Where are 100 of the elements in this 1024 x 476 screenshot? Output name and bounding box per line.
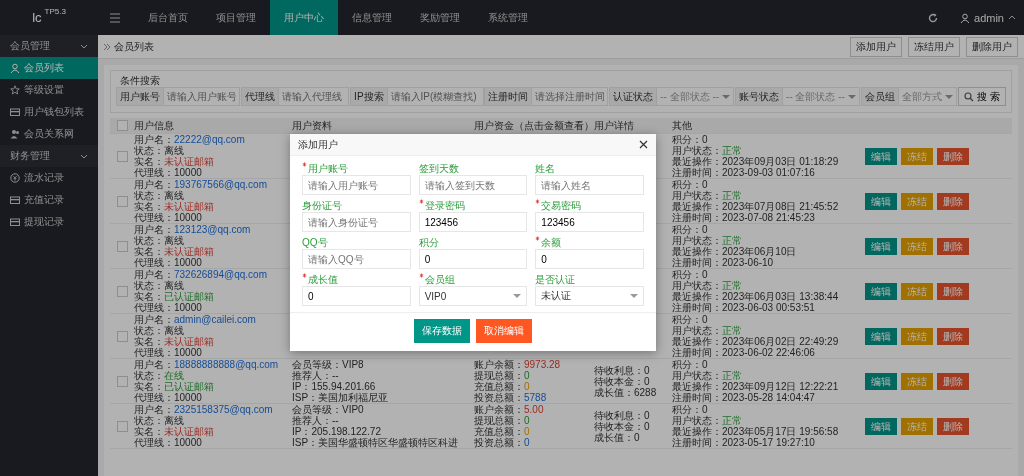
sidebar-item[interactable]: 等级设置 (0, 79, 98, 101)
table-cell-text: 用户状态：正常 (672, 235, 743, 246)
freeze-button[interactable]: 冻结 (901, 282, 933, 300)
checkbox[interactable] (116, 120, 128, 131)
table-cell-text: ISP：美国加利福尼亚 (292, 392, 390, 403)
nav-tab[interactable]: 奖励管理 (406, 0, 474, 35)
edit-button[interactable]: 编辑 (865, 147, 897, 165)
select-field[interactable]: 全部方式 (898, 87, 957, 106)
checkbox[interactable] (116, 375, 128, 387)
search-button[interactable]: 搜 索 (958, 87, 1006, 106)
input-field[interactable]: 请输入QQ号 (302, 249, 411, 269)
input-field[interactable]: 请输入签到天数 (418, 175, 528, 195)
freeze-button[interactable]: 冻结 (901, 372, 933, 390)
refresh-icon[interactable] (928, 12, 939, 23)
field-label: 代理线 (240, 87, 279, 106)
table-cell-text: 实名：已认证邮箱 (134, 381, 215, 392)
cancel-button[interactable]: 取消编辑 (476, 319, 532, 343)
close-icon[interactable] (639, 140, 648, 149)
delete-button[interactable]: 删除 (937, 282, 969, 300)
input-field[interactable]: 请输入用户账号 (302, 175, 411, 195)
delete-button[interactable]: 删除 (937, 237, 969, 255)
table-cell-text: 积分：0 (672, 404, 709, 415)
delete-button[interactable]: 删除 (937, 372, 969, 390)
input-field[interactable]: 0 (418, 249, 528, 269)
input-field[interactable]: 123456 (418, 212, 528, 232)
edit-button[interactable]: 编辑 (865, 372, 897, 390)
checkbox[interactable] (116, 330, 128, 342)
nav-tab[interactable]: 系统管理 (474, 0, 542, 35)
select-field[interactable]: 未认证 (535, 286, 644, 306)
table-cell-text: 待收本金：0 (594, 375, 651, 387)
card-icon (10, 107, 20, 117)
dropdown-arrow-icon (722, 94, 731, 99)
table-cell-text: 成长值：6288 (594, 386, 658, 398)
freeze-button[interactable]: 冻结 (901, 327, 933, 345)
input-field[interactable]: 请输入用户账号 (164, 87, 240, 106)
table-cell-text: 代理线：10000 (134, 212, 203, 223)
input-field[interactable]: 请输入身份证号 (302, 212, 411, 232)
select-field[interactable]: -- 全部状态 -- (783, 87, 860, 106)
toolbar-button[interactable]: 添加用户 (850, 36, 902, 57)
input-field[interactable]: 请输入代理线 (278, 87, 349, 106)
sidebar-item[interactable]: 充值记录 (0, 189, 98, 211)
table-cell-text: 最近操作：2023年06月10日 (672, 246, 798, 257)
sidebar-item[interactable]: 提现记录 (0, 211, 98, 233)
field-label: 登录密码 (424, 199, 465, 213)
checkbox[interactable] (116, 195, 128, 207)
checkbox[interactable] (116, 285, 128, 297)
checkbox[interactable] (116, 420, 128, 432)
caret-icon (1008, 14, 1016, 21)
user-menu[interactable]: admin (960, 0, 1024, 35)
table-cell-text: 待收本金：0 (594, 420, 651, 432)
table-cell-text: 账户余额：5.00 (474, 404, 545, 415)
table-cell-text: 代理线：10000 (134, 392, 203, 403)
delete-button[interactable]: 删除 (937, 417, 969, 435)
nav-tab[interactable]: 信息管理 (338, 0, 406, 35)
table-cell-text: 用户状态：正常 (672, 280, 743, 291)
freeze-button[interactable]: 冻结 (901, 417, 933, 435)
edit-button[interactable]: 编辑 (865, 192, 897, 210)
freeze-button[interactable]: 冻结 (901, 147, 933, 165)
sidebar-group[interactable]: 财务管理 (0, 145, 98, 167)
freeze-button[interactable]: 冻结 (901, 237, 933, 255)
field-label: 账号状态 (735, 87, 784, 106)
card-icon (10, 217, 20, 227)
sidebar-group[interactable]: 会员管理 (0, 35, 98, 57)
delete-button[interactable]: 删除 (937, 327, 969, 345)
delete-button[interactable]: 删除 (937, 192, 969, 210)
menu-icon[interactable] (110, 12, 120, 23)
freeze-button[interactable]: 冻结 (901, 192, 933, 210)
sidebar-item[interactable]: 流水记录 (0, 167, 98, 189)
delete-button[interactable]: 删除 (937, 147, 969, 165)
edit-button[interactable]: 编辑 (865, 327, 897, 345)
input-field[interactable]: 请选择注册时间 (532, 87, 609, 106)
toolbar-button[interactable]: 删除用户 (966, 36, 1018, 57)
select-field[interactable]: VIP0 (418, 286, 528, 306)
table-cell-text: 状态：离线 (134, 415, 184, 426)
table-cell-text: 最近操作：2023年06月02日 22:49:29 (672, 336, 840, 347)
input-field[interactable]: 123456 (535, 212, 644, 232)
nav-tab[interactable]: 后台首页 (134, 0, 202, 35)
edit-button[interactable]: 编辑 (865, 417, 897, 435)
edit-button[interactable]: 编辑 (865, 282, 897, 300)
nav-tab[interactable]: 用户中心 (270, 0, 338, 35)
sidebar-item[interactable]: 用户钱包列表 (0, 101, 98, 123)
toolbar-button[interactable]: 冻结用户 (908, 36, 960, 57)
input-field[interactable]: 0 (535, 249, 644, 269)
checkbox[interactable] (116, 150, 128, 162)
sidebar-item[interactable]: 会员列表 (0, 57, 98, 79)
table-cell-text: 用户状态：正常 (672, 325, 743, 336)
nav-tab[interactable]: 项目管理 (202, 0, 270, 35)
input-field[interactable]: 请输入姓名 (535, 175, 644, 195)
input-field[interactable]: 请输入IP(模糊查找) (387, 87, 484, 106)
checkbox[interactable] (116, 240, 128, 252)
table-cell-text: 代理线：10000 (134, 437, 203, 448)
table-cell-text: 注册时间：2023-06-10 (672, 257, 775, 268)
save-button[interactable]: 保存数据 (414, 319, 470, 343)
sidebar-item[interactable]: 会员关系网 (0, 123, 98, 145)
select-field[interactable]: -- 全部状态 -- (657, 87, 735, 106)
table-cell-text: 状态：离线 (134, 325, 185, 336)
edit-button[interactable]: 编辑 (865, 237, 897, 255)
input-field[interactable]: 0 (302, 286, 411, 306)
column-header: 用户信息 (134, 120, 175, 131)
table-cell-text: 状态：离线 (134, 235, 184, 246)
